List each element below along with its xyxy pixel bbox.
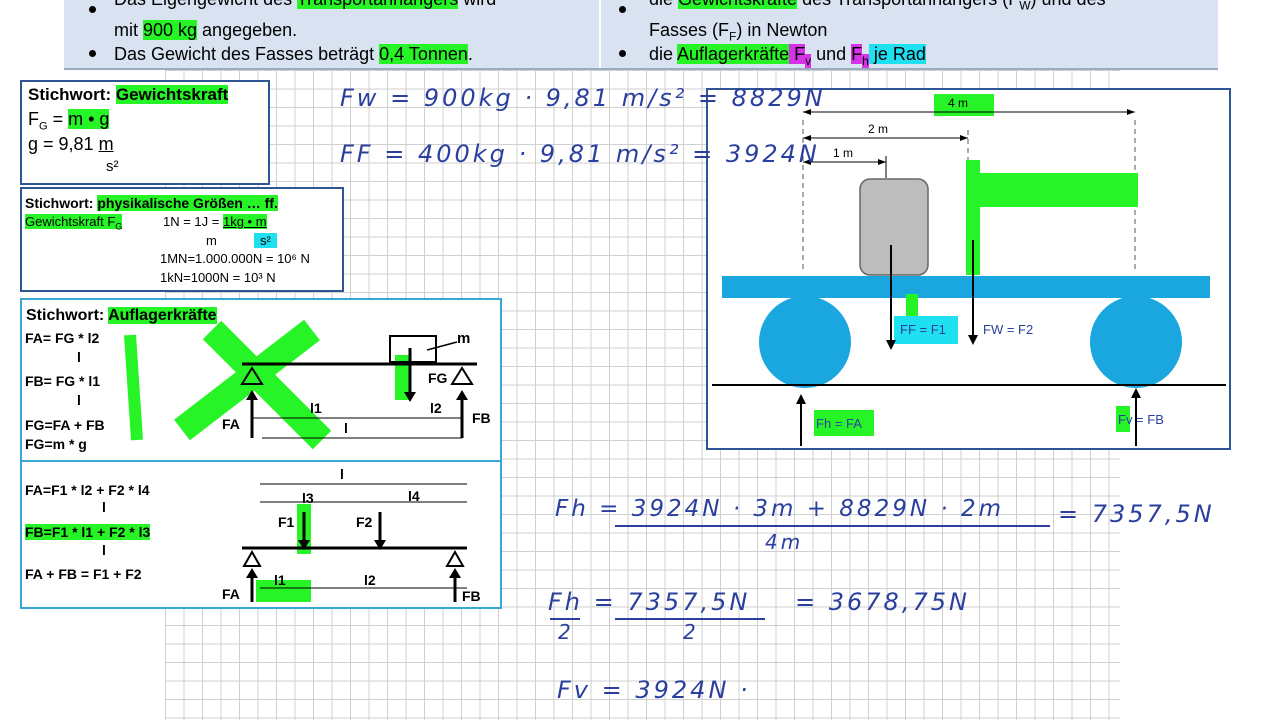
bullet bbox=[89, 6, 96, 13]
dimension-1m: 1 m bbox=[833, 146, 854, 160]
dimension-4m: 4 m bbox=[948, 96, 969, 110]
handwriting-eq2-numerator: Fh = 7357,5N bbox=[548, 588, 751, 616]
formula-g: g = 9,81 m bbox=[28, 134, 114, 154]
l2-label: l2 bbox=[430, 400, 442, 416]
task-left-line3: Das Gewicht des Fasses beträgt 0,4 Tonne… bbox=[114, 44, 473, 64]
fa-label: FA bbox=[222, 586, 240, 602]
l-label: l bbox=[344, 420, 348, 436]
mega-newton: 1MN=1.000.000N = 10⁶ N bbox=[160, 251, 310, 266]
auflagerkraefte-box: Stichwort: Auflagerkräfte FA= FG * l2 l … bbox=[20, 298, 502, 464]
task-left-line2: mit 900 kg angegeben. bbox=[114, 20, 298, 40]
fb-label: FB bbox=[472, 410, 491, 426]
bullet bbox=[89, 50, 96, 57]
handwriting-eq2-result: = 3678,75N bbox=[795, 588, 970, 616]
physikalische-groessen-box: Stichwort: physikalische Größen … ff. Ge… bbox=[20, 187, 344, 292]
task-panel: Das Eigengewicht des Transportanhängers … bbox=[64, 0, 1218, 70]
task-right-line1: die Gewichtskräfte des Transportanhänger… bbox=[649, 0, 1106, 18]
fv-label: Fv = FB bbox=[1118, 412, 1164, 427]
bullet bbox=[619, 6, 626, 13]
handwriting-eq1-result: = 7357,5N bbox=[1058, 500, 1215, 528]
l3-label: l3 bbox=[302, 490, 314, 506]
fb-label: FB bbox=[462, 588, 481, 604]
bullet bbox=[619, 50, 626, 57]
newton-den-s2: s² bbox=[254, 233, 277, 248]
handwriting-eq1-numerator: Fh = 3924N · 3m + 8829N · 2m bbox=[555, 496, 1005, 522]
l2-label: l2 bbox=[364, 572, 376, 588]
handwriting-eq1-denominator: 4m bbox=[765, 530, 804, 554]
l4-label: l4 bbox=[408, 488, 420, 504]
f1-label: F1 bbox=[278, 514, 295, 530]
formula-g-denominator: s² bbox=[106, 158, 119, 175]
fa-label: FA bbox=[222, 416, 240, 432]
handwriting-eq3: Fv = 3924N · bbox=[557, 676, 751, 704]
zwei-lasten-box: FA=F1 * l2 + F2 * l4 l FB=F1 * l1 + F2 *… bbox=[20, 460, 502, 609]
handwriting-eq2-denominator-left: 2 bbox=[558, 620, 574, 644]
fh-label: Fh = FA bbox=[816, 416, 862, 431]
newton-definition: 1N = 1J = 1kg • m bbox=[163, 214, 267, 229]
mass-label: m bbox=[457, 330, 471, 347]
task-divider bbox=[599, 0, 601, 68]
fg-label: FG bbox=[428, 370, 448, 386]
kilo-newton: 1kN=1000N = 10³ N bbox=[160, 270, 276, 285]
fraction-line bbox=[615, 525, 1050, 527]
dimension-2m: 2 m bbox=[868, 122, 889, 136]
newton-den-m: m bbox=[206, 233, 217, 248]
box-title: Stichwort: physikalische Größen … ff. bbox=[25, 195, 278, 211]
fw-label: FW = F2 bbox=[983, 322, 1034, 337]
handwriting-eq2-denominator-right: 2 bbox=[683, 620, 699, 644]
gewichtskraft-box: Stichwort: Gewichtskraft FG = m • g g = … bbox=[20, 80, 270, 185]
ff-label: FF = F1 bbox=[900, 322, 946, 337]
l1-label: l1 bbox=[274, 572, 286, 588]
formula-fg: FG = m • g bbox=[28, 109, 110, 133]
handwriting-ff: FF = 400kg · 9,81 m/s² = 3924N bbox=[340, 140, 820, 168]
two-load-beam-diagram bbox=[242, 483, 467, 602]
l1-label: l1 bbox=[310, 400, 322, 416]
gewichtskraft-label: Gewichtskraft FG bbox=[25, 214, 123, 232]
l-label: l bbox=[340, 466, 344, 482]
task-right-line3: die Auflagerkräfte Fv und Fh je Rad bbox=[649, 44, 926, 68]
handwriting-fw: Fw = 900kg · 9,81 m/s² = 8829N bbox=[340, 84, 826, 112]
box-title: Stichwort: Gewichtskraft bbox=[28, 85, 229, 104]
task-left-line1: Das Eigengewicht des Transportanhängers … bbox=[114, 0, 496, 11]
f2-label: F2 bbox=[356, 514, 373, 530]
